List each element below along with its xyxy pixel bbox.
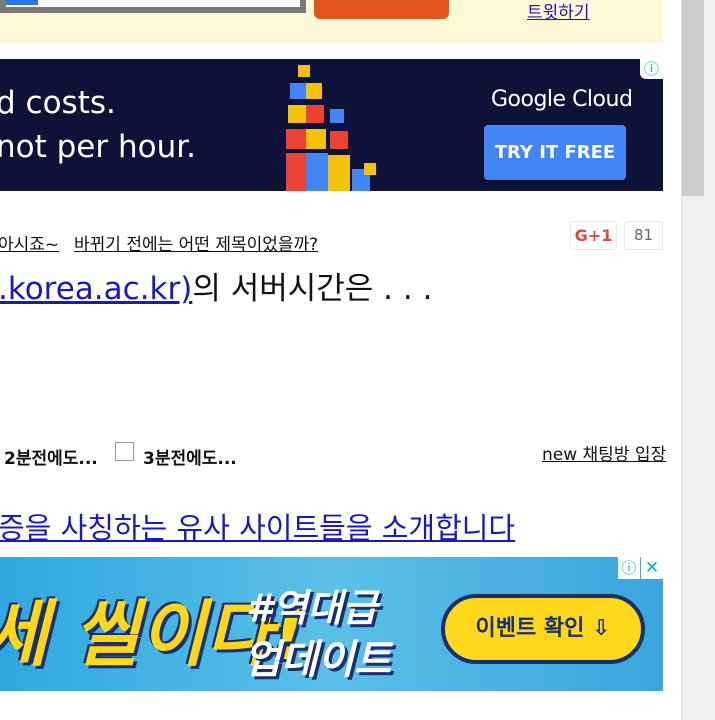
ad-headline-line1: d costs. [0,85,116,121]
cubes-illustration [286,65,376,191]
go-button[interactable] [314,0,449,19]
site-link[interactable]: .korea.ac.kr) [0,271,192,307]
tweet-link[interactable]: 트윗하기 [527,0,590,23]
checkbox-3min[interactable] [115,442,134,461]
info-icon[interactable]: ⓘ [618,557,640,579]
scrollbar-thumb[interactable] [682,0,704,196]
chat-room-link[interactable]: new 채팅방 입장 [542,440,666,465]
event-check-button[interactable]: 이벤트 확인 ⇩ [441,594,645,664]
google-cloud-ad[interactable]: d costs. not per hour. Google Cloud TRY … [0,59,663,191]
google-plus-count: 81 [624,221,663,250]
page: 트윗하기 d costs. not per hour. Google Cloud… [0,0,715,720]
google-plus-button[interactable]: G+1 [570,221,617,250]
try-it-free-button[interactable]: TRY IT FREE [484,125,626,180]
similar-sites-link[interactable]: 증을 사칭하는 유사 사이트들을 소개합니다 [0,505,515,547]
search-selection [6,0,38,5]
info-icon[interactable]: ⓘ [640,59,663,79]
previous-title-question-link[interactable]: 바뀌기 전에는 어떤 제목이었을까? [74,230,318,255]
google-cloud-logo: Google Cloud [491,87,633,112]
option-3min-label: 3분전에도... [143,449,237,469]
ad-headline-line2: not per hour. [0,129,196,165]
option-2min-label: 2분전에도... [4,449,98,469]
game-ad[interactable]: 세 씰이다! #역대급 업데이트 이벤트 확인 ⇩ ⓘ ✕ [0,557,663,691]
game-ad-tag2: 업데이트 [244,637,392,683]
game-ad-tag1: #역대급 [246,586,378,630]
search-input[interactable] [0,0,306,13]
top-bar: 트윗하기 [0,0,663,43]
page-title: .korea.ac.kr)의 서버시간은 . . . [0,263,432,308]
headline-text: 의 서버시간은 . . . [192,271,433,307]
close-icon[interactable]: ✕ [641,557,663,579]
prev-title-link[interactable]: 아시죠~ [0,230,59,255]
